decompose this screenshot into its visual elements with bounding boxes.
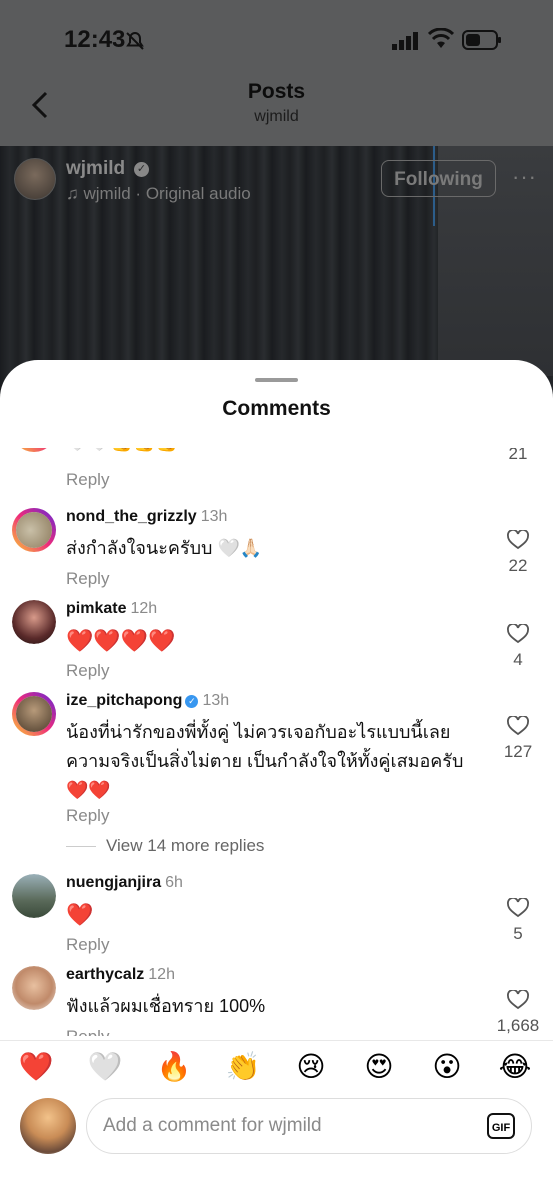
sheet-title: Comments [222,397,331,420]
like-count: 5 [513,924,523,943]
comment-list[interactable]: 🤍🤍💪💪💪 Reply 21 nond_the_grizzly13h ส่งกำ… [0,448,553,1036]
reply-button[interactable]: Reply [66,1027,109,1036]
verified-badge-icon: ✓ [185,695,199,708]
audio-text: wjmild · Original audio [83,184,251,203]
commenter-name[interactable]: nond_the_grizzly 13h [66,508,227,526]
sheet-drag-handle[interactable] [255,378,298,382]
like-count: 22 [508,556,528,575]
commenter-name[interactable]: earthycalz 12h [66,966,175,984]
commenter-avatar[interactable] [12,600,56,644]
heart-outline-icon[interactable] [507,898,529,918]
verified-icon: ✓ [134,162,149,177]
comment-text: ❤️❤️❤️❤️ [66,628,176,653]
reply-button[interactable]: Reply [66,935,109,955]
comment-placeholder: Add a comment for wjmild [103,1115,322,1136]
like-column: 21 [490,448,546,464]
comment-text: 🤍🤍💪💪💪 [66,448,486,457]
music-note-icon: ♫ [66,184,79,203]
page-subtitle: wjmild [254,108,299,125]
commenter-username: ize_pitchapong [66,692,183,709]
comment-text: ❤️ [66,902,94,927]
comment-text: ฟังแล้วผมเชื่อทราย 100% [66,996,266,1016]
like-column: 127 [490,716,546,762]
commenter-name[interactable]: ize_pitchapong ✓ 13h [66,692,229,710]
commenter-name[interactable]: pimkate 12h [66,600,157,618]
like-column: 4 [490,624,546,670]
like-column: 5 [490,898,546,944]
commenter-avatar[interactable] [12,966,56,1010]
comments-sheet: Comments 🤍🤍💪💪💪 Reply 21 nond_the_grizzly… [0,360,553,1200]
comment-text: ส่งกำลังใจนะครับบ 🤍🙏🏻 [66,538,263,558]
commenter-avatar[interactable] [12,692,56,736]
reply-button[interactable]: Reply [66,470,109,490]
reaction-white-heart[interactable]: 🤍 [87,1049,123,1085]
poster-avatar[interactable] [14,158,56,200]
status-bar: 12:43 [0,0,553,80]
view-more-label: View 14 more replies [106,836,265,855]
like-count: 127 [503,742,533,761]
my-avatar [20,1098,76,1154]
comment-time: 12h [148,966,175,983]
wifi-icon [428,28,454,48]
like-column: 22 [490,530,546,576]
replies-divider [66,846,96,848]
like-count: 4 [513,650,523,669]
commenter-username: earthycalz [66,966,145,983]
reply-button[interactable]: Reply [66,806,109,826]
comment-time: 12h [130,600,158,617]
status-time: 12:43 [64,26,126,53]
reaction-crying[interactable]: 😢 [293,1049,329,1085]
more-options-icon[interactable]: ··· [512,164,537,190]
comment-time: 6h [165,874,183,891]
commenter-avatar[interactable] [12,508,56,552]
reaction-clap[interactable]: 👏 [225,1049,261,1085]
commenter-username: pimkate [66,600,127,617]
reaction-surprised[interactable]: 😮 [429,1049,465,1085]
signal-icon [392,32,418,50]
audio-label[interactable]: ♫ wjmild · Original audio [66,184,251,204]
commenter-avatar[interactable] [12,874,56,918]
comment-input[interactable]: Add a comment for wjmild GIF [86,1098,532,1154]
commenter-name[interactable]: nuengjanjira 6h [66,874,183,892]
commenter-username: nuengjanjira [66,874,162,891]
like-count: 21 [508,448,528,463]
gif-button[interactable]: GIF [487,1113,515,1139]
comment-composer: Add a comment for wjmild GIF [0,1096,553,1156]
commenter-username: nond_the_grizzly [66,508,197,525]
following-button[interactable]: Following [381,160,496,197]
reaction-heart-eyes[interactable]: 😍 [361,1049,397,1085]
reaction-fire[interactable]: 🔥 [156,1049,192,1085]
heart-outline-icon[interactable] [507,530,529,550]
battery-icon [462,30,501,50]
reply-button[interactable]: Reply [66,569,109,589]
silent-bell-icon [126,31,144,50]
page-title: Posts [247,80,306,103]
view-more-replies[interactable]: View 14 more replies [66,836,264,856]
reaction-laughing[interactable]: 😂 [497,1049,533,1085]
poster-username[interactable]: wjmild [66,158,125,180]
heart-outline-icon[interactable] [507,716,529,736]
quick-reactions-bar: ❤️ 🤍 🔥 👏 😢 😍 😮 😂 [0,1040,553,1089]
comment-time: 13h [200,508,228,525]
comment-time: 13h [202,692,230,709]
like-count: 1,668 [496,1016,540,1035]
reply-button[interactable]: Reply [66,661,109,681]
heart-outline-icon[interactable] [507,990,529,1010]
comment-text: น้องที่น่ารักของพี่ทั้งคู่ ไม่ควรเจอกับอ… [66,722,464,800]
commenter-avatar[interactable] [12,448,56,452]
heart-outline-icon[interactable] [507,624,529,644]
reaction-red-heart[interactable]: ❤️ [18,1049,54,1085]
like-column: 1,668 [490,990,546,1036]
